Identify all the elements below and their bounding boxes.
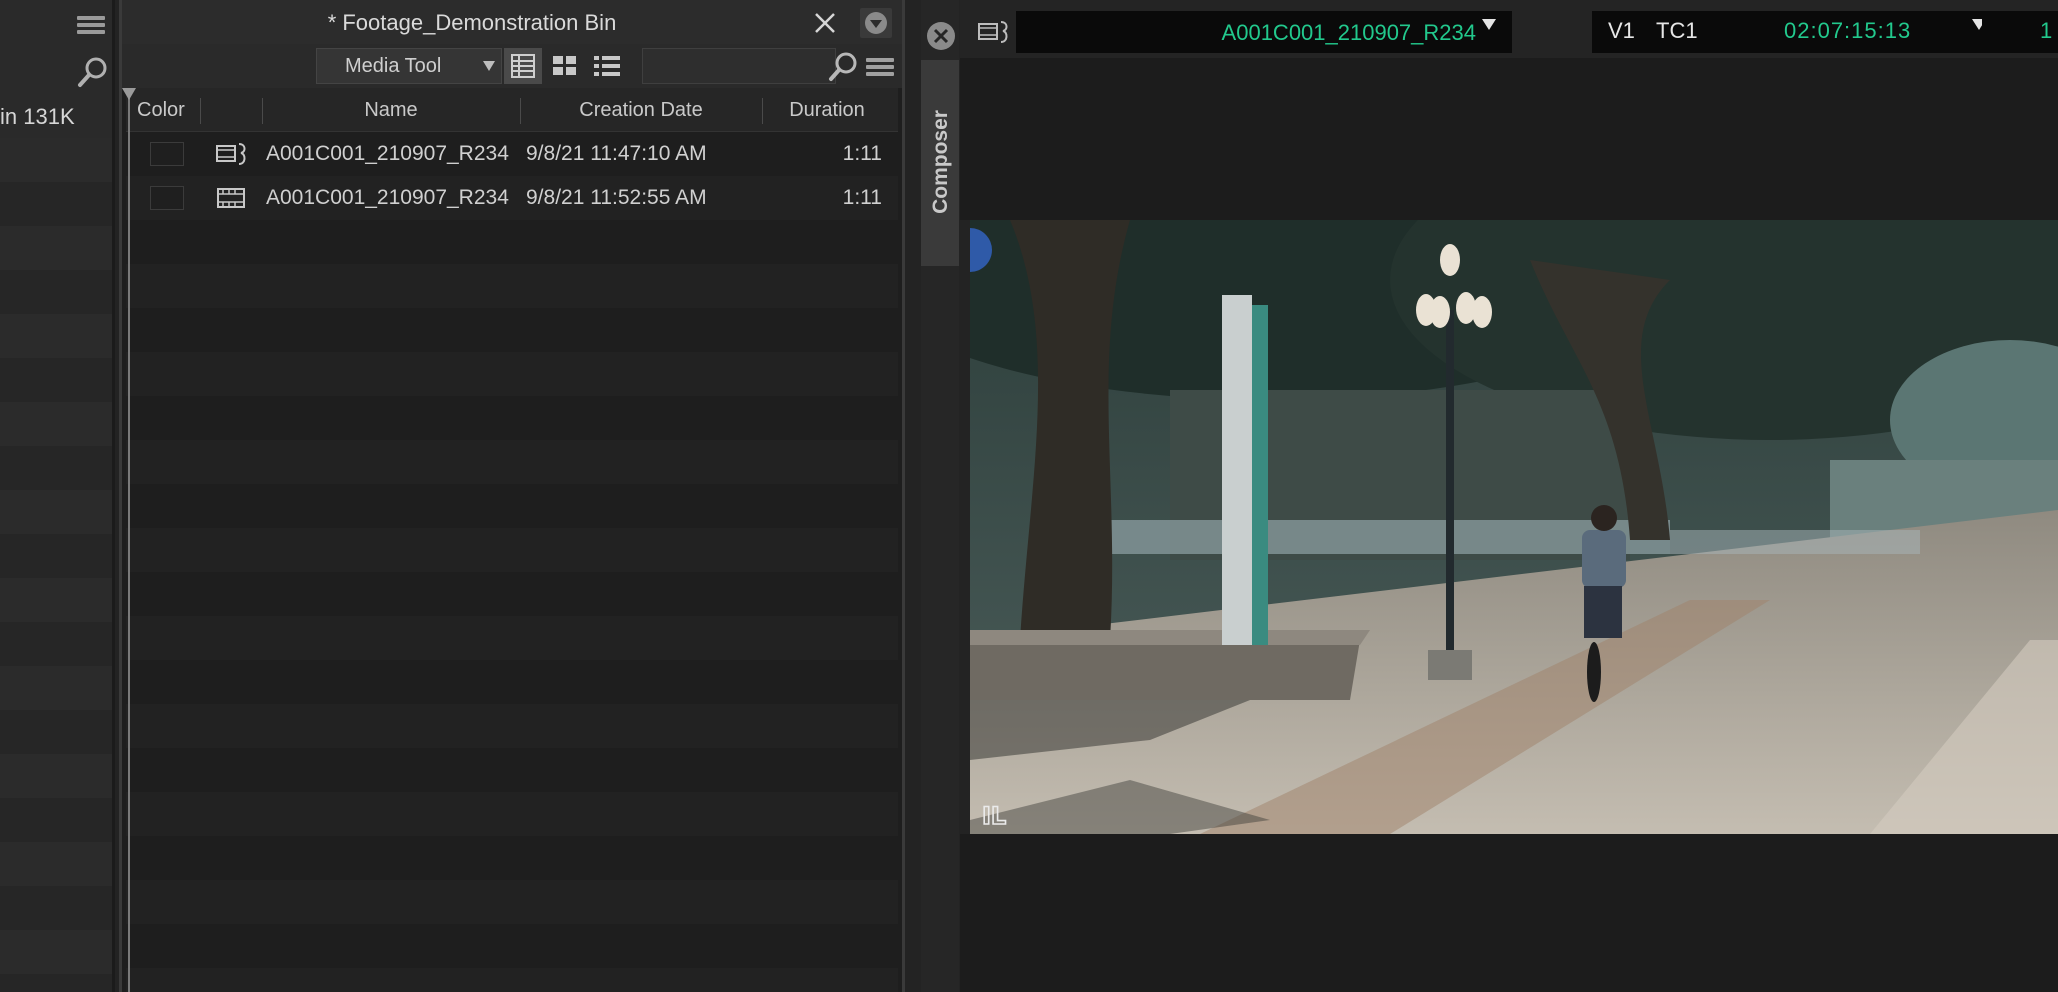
column-header-name[interactable]: Name (262, 88, 520, 132)
column-divider[interactable] (200, 98, 201, 124)
dropdown-arrow-icon (1482, 19, 1496, 30)
panel-divider[interactable] (112, 0, 115, 992)
monitor-letterbox-top (960, 58, 2058, 220)
chevron-down-icon[interactable] (860, 8, 892, 38)
composer-window: A001C001_210907_R234 V1 TC1 02:07:15:13 … (960, 0, 2058, 992)
search-icon[interactable] (76, 55, 110, 89)
insert-marker-triangle (122, 88, 136, 100)
timecode-track: V1 (1608, 18, 1635, 43)
hamburger-icon[interactable] (75, 14, 107, 36)
dropdown-arrow-icon (483, 61, 495, 71)
interlace-indicator-text: IL (982, 802, 1006, 830)
monitor-letterbox-bottom (960, 834, 2058, 992)
clip-duration: 1:11 (842, 142, 882, 165)
text-view-icon[interactable] (588, 48, 626, 84)
clip-creation-date: 9/8/21 11:52:55 AM (526, 186, 707, 209)
bin-search-input[interactable] (642, 48, 836, 84)
timecode-display[interactable]: V1 TC1 02:07:15:13 (1592, 11, 1990, 53)
tab-composer-label: Composer (929, 110, 952, 214)
clip-name: A001C001_210907_R234 (266, 186, 509, 209)
bin-toolbar: Media Tool (122, 44, 902, 88)
left-panel: in 131K (0, 0, 115, 992)
timecode-value-cut: 1 (2040, 18, 2053, 43)
script-view-icon[interactable] (546, 48, 584, 84)
view-selector-label: Media Tool (345, 55, 442, 77)
interlace-indicator-icon: IL (980, 800, 1022, 831)
clip-row[interactable]: A001C001_210907_R234 9/8/21 11:47:10 AM … (126, 132, 898, 176)
video-frame-image (970, 220, 2058, 834)
hamburger-icon[interactable] (864, 56, 896, 78)
bin-window: * Footage_Demonstration Bin Media Tool C… (119, 0, 905, 992)
subclip-icon (214, 140, 248, 168)
timecode-value: 02:07:15:13 (1784, 18, 1912, 43)
column-header-creation-date[interactable]: Creation Date (520, 88, 762, 132)
bin-title-bar[interactable]: * Footage_Demonstration Bin (122, 0, 902, 44)
clip-duration: 1:11 (842, 186, 882, 209)
left-panel-list (0, 138, 114, 992)
clip-row[interactable]: A001C001_210907_R234 9/8/21 11:52:55 AM … (126, 176, 898, 220)
clip-creation-date: 9/8/21 11:47:10 AM (526, 142, 707, 165)
composer-tab-strip: Composer (921, 0, 959, 992)
timecode-display-2[interactable]: 1 (1982, 11, 2058, 53)
color-swatch[interactable] (150, 186, 184, 210)
clip-name-display: A001C001_210907_R234 (1221, 20, 1476, 45)
timecode-type: TC1 (1656, 18, 1698, 43)
column-insert-marker (128, 88, 130, 992)
tab-composer[interactable]: Composer (921, 60, 959, 266)
subclip-icon[interactable] (976, 18, 1010, 46)
column-header-row: Color Name Creation Date Duration (126, 88, 898, 132)
close-icon[interactable] (812, 10, 838, 36)
clip-name: A001C001_210907_R234 (266, 142, 509, 165)
frame-view-icon[interactable] (504, 48, 542, 84)
column-header-duration[interactable]: Duration (762, 88, 892, 132)
bin-title: * Footage_Demonstration Bin (327, 10, 617, 35)
partial-column-text: in 131K (0, 104, 75, 129)
clip-name-menu[interactable]: A001C001_210907_R234 (1016, 11, 1512, 53)
video-frame[interactable]: IL (970, 220, 2058, 834)
column-header-color[interactable]: Color (137, 88, 185, 132)
bin-clip-list: Color Name Creation Date Duration A001C0… (122, 88, 898, 992)
master-clip-icon (214, 184, 248, 212)
view-selector-dropdown[interactable]: Media Tool (316, 48, 502, 84)
color-swatch[interactable] (150, 142, 184, 166)
composer-info-bar: A001C001_210907_R234 V1 TC1 02:07:15:13 … (960, 0, 2058, 58)
search-icon[interactable] (826, 49, 860, 83)
close-icon[interactable] (925, 20, 957, 52)
